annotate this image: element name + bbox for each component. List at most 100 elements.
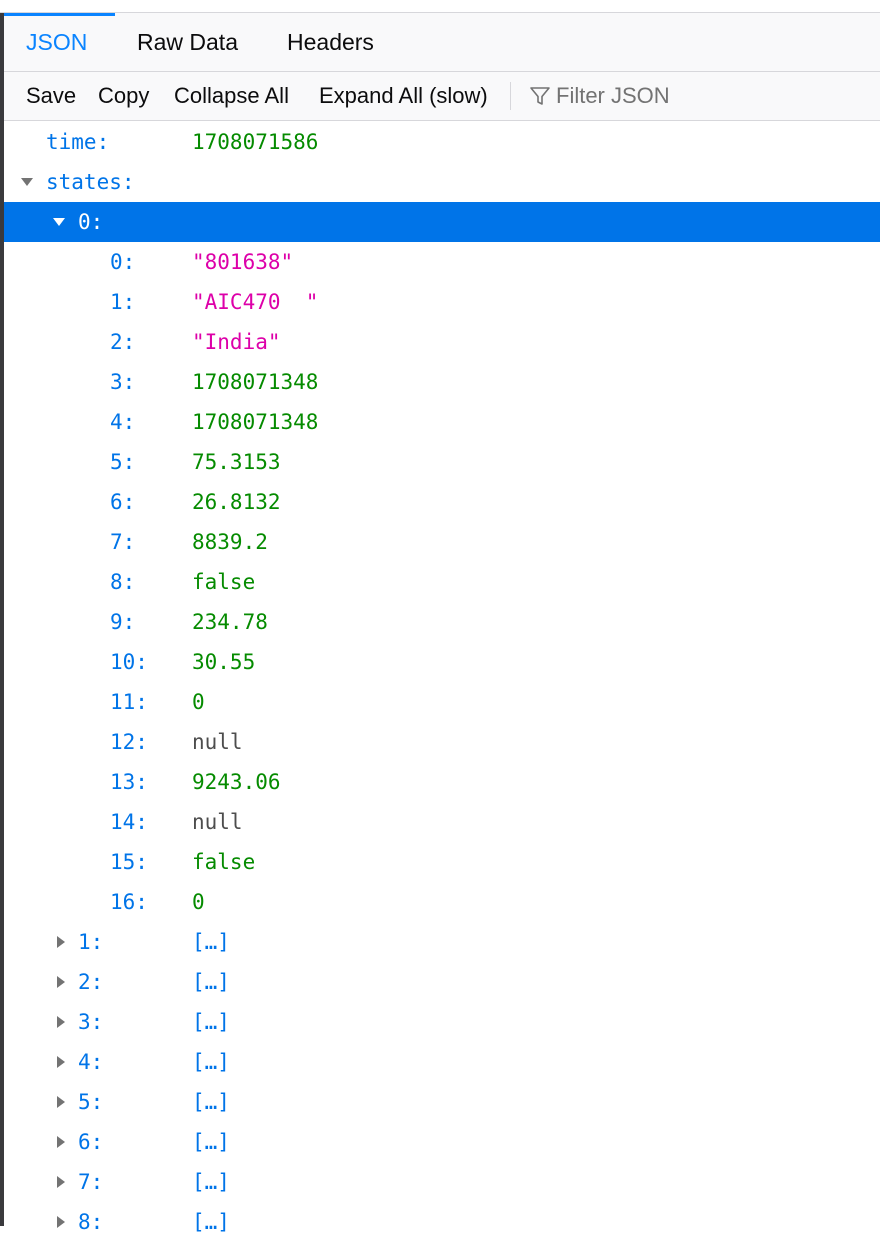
tree-row: 16: 0 — [4, 882, 880, 922]
tree-key: 1: — [110, 290, 136, 314]
tree-row: 3: 1708071348 — [4, 362, 880, 402]
top-strip — [0, 0, 880, 13]
twisty-collapsed-icon[interactable] — [54, 1135, 68, 1149]
tree-row: 7: 8839.2 — [4, 522, 880, 562]
tree-key: 16: — [110, 890, 148, 914]
twisty-expanded-icon[interactable] — [52, 215, 66, 229]
tree-key: 2: — [110, 330, 136, 354]
tree-row: 15: false — [4, 842, 880, 882]
tree-value: null — [192, 730, 243, 754]
tree-row: 8: false — [4, 562, 880, 602]
tree-key: 14: — [110, 810, 148, 834]
collapse-all-button[interactable]: Collapse All — [174, 72, 289, 120]
tree-key: 10: — [110, 650, 148, 674]
tree-key: 2: — [78, 970, 104, 994]
twisty-collapsed-icon[interactable] — [54, 935, 68, 949]
tree-key: 8: — [110, 570, 136, 594]
filter-json-input[interactable] — [556, 78, 866, 114]
tree-key: 6: — [78, 1130, 104, 1154]
tree-value: 1708071348 — [192, 370, 319, 394]
tree-row-collapsed[interactable]: 6: […] — [4, 1122, 880, 1162]
tree-key: 11: — [110, 690, 148, 714]
expand-all-button[interactable]: Expand All (slow) — [319, 72, 488, 120]
tree-key: 5: — [110, 450, 136, 474]
tree-key: 0: — [110, 250, 136, 274]
tree-value-collapsed[interactable]: […] — [192, 1002, 230, 1042]
twisty-collapsed-icon[interactable] — [54, 1095, 68, 1109]
tree-key: 4: — [110, 410, 136, 434]
tree-key: 13: — [110, 770, 148, 794]
tree-row: 13: 9243.06 — [4, 762, 880, 802]
tree-key: 4: — [78, 1050, 104, 1074]
tree-value-collapsed[interactable]: […] — [192, 1162, 230, 1202]
tree-value-collapsed[interactable]: […] — [192, 962, 230, 1002]
tree-row: 5: 75.3153 — [4, 442, 880, 482]
tree-row-collapsed[interactable]: 5: […] — [4, 1082, 880, 1122]
tab-headers[interactable]: Headers — [265, 13, 407, 71]
tree-key: 9: — [110, 610, 136, 634]
tree-key: 15: — [110, 850, 148, 874]
tab-raw-data[interactable]: Raw Data — [115, 13, 265, 71]
filter-box[interactable] — [526, 78, 876, 114]
tree-value: 1708071348 — [192, 410, 319, 434]
toolbar-separator — [510, 82, 511, 110]
tree-value: 234.78 — [192, 610, 268, 634]
tree-row: 1: "AIC470 " — [4, 282, 880, 322]
tree-key: time: — [46, 130, 110, 154]
tree-row: 11: 0 — [4, 682, 880, 722]
tree-row: 0: "801638" — [4, 242, 880, 282]
tree-key: 12: — [110, 730, 148, 754]
tree-value-collapsed[interactable]: […] — [192, 1082, 230, 1122]
tree-row-state-0[interactable]: 0: — [4, 202, 880, 242]
tree-value: 0 — [192, 690, 205, 714]
json-toolbar: Save Copy Collapse All Expand All (slow) — [4, 72, 880, 121]
tree-row: 14: null — [4, 802, 880, 842]
tree-value: 30.55 — [192, 650, 256, 674]
tab-json[interactable]: JSON — [4, 13, 115, 71]
viewer-tabs: JSON Raw Data Headers — [4, 13, 880, 72]
tree-row: 4: 1708071348 — [4, 402, 880, 442]
tree-row-collapsed[interactable]: 3: […] — [4, 1002, 880, 1042]
tree-value: "India" — [192, 330, 281, 354]
tree-key: 6: — [110, 490, 136, 514]
twisty-collapsed-icon[interactable] — [54, 1215, 68, 1229]
twisty-collapsed-icon[interactable] — [54, 975, 68, 989]
tree-key: states: — [46, 170, 135, 194]
tree-value: 26.8132 — [192, 490, 281, 514]
tree-value-collapsed[interactable]: […] — [192, 1042, 230, 1082]
tree-value: "801638" — [192, 250, 294, 274]
copy-button[interactable]: Copy — [98, 72, 149, 120]
save-button[interactable]: Save — [26, 72, 76, 120]
tree-value: 1708071586 — [192, 130, 319, 154]
tree-row-time: time: 1708071586 — [4, 122, 880, 162]
tree-value-collapsed[interactable]: […] — [192, 922, 230, 962]
funnel-icon — [528, 84, 552, 108]
tree-row-collapsed[interactable]: 7: […] — [4, 1162, 880, 1202]
tree-key: 5: — [78, 1090, 104, 1114]
tree-row: 6: 26.8132 — [4, 482, 880, 522]
tree-row-collapsed[interactable]: 4: […] — [4, 1042, 880, 1082]
tree-row: 12: null — [4, 722, 880, 762]
tree-key: 0: — [78, 210, 104, 234]
twisty-collapsed-icon[interactable] — [54, 1015, 68, 1029]
tree-key: 1: — [78, 930, 104, 954]
tree-value: 0 — [192, 890, 205, 914]
tree-value: false — [192, 570, 256, 594]
tree-key: 3: — [110, 370, 136, 394]
tree-value: 75.3153 — [192, 450, 281, 474]
tree-row: 2: "India" — [4, 322, 880, 362]
tree-value: "AIC470 " — [192, 290, 319, 314]
tree-row-collapsed[interactable]: 1: […] — [4, 922, 880, 962]
twisty-collapsed-icon[interactable] — [54, 1055, 68, 1069]
twisty-collapsed-icon[interactable] — [54, 1175, 68, 1189]
twisty-expanded-icon[interactable] — [20, 175, 34, 189]
json-tree: time: 1708071586 states: 0: 0: "801638" 1:… — [4, 122, 880, 1242]
tree-value-collapsed[interactable]: […] — [192, 1122, 230, 1162]
tree-row-states[interactable]: states: — [4, 162, 880, 202]
tree-row-collapsed[interactable]: 2: […] — [4, 962, 880, 1002]
tree-row-collapsed[interactable]: 8: […] — [4, 1202, 880, 1242]
tree-key: 3: — [78, 1010, 104, 1034]
tree-value: 8839.2 — [192, 530, 268, 554]
tree-value-collapsed[interactable]: […] — [192, 1202, 230, 1242]
tree-value: 9243.06 — [192, 770, 281, 794]
